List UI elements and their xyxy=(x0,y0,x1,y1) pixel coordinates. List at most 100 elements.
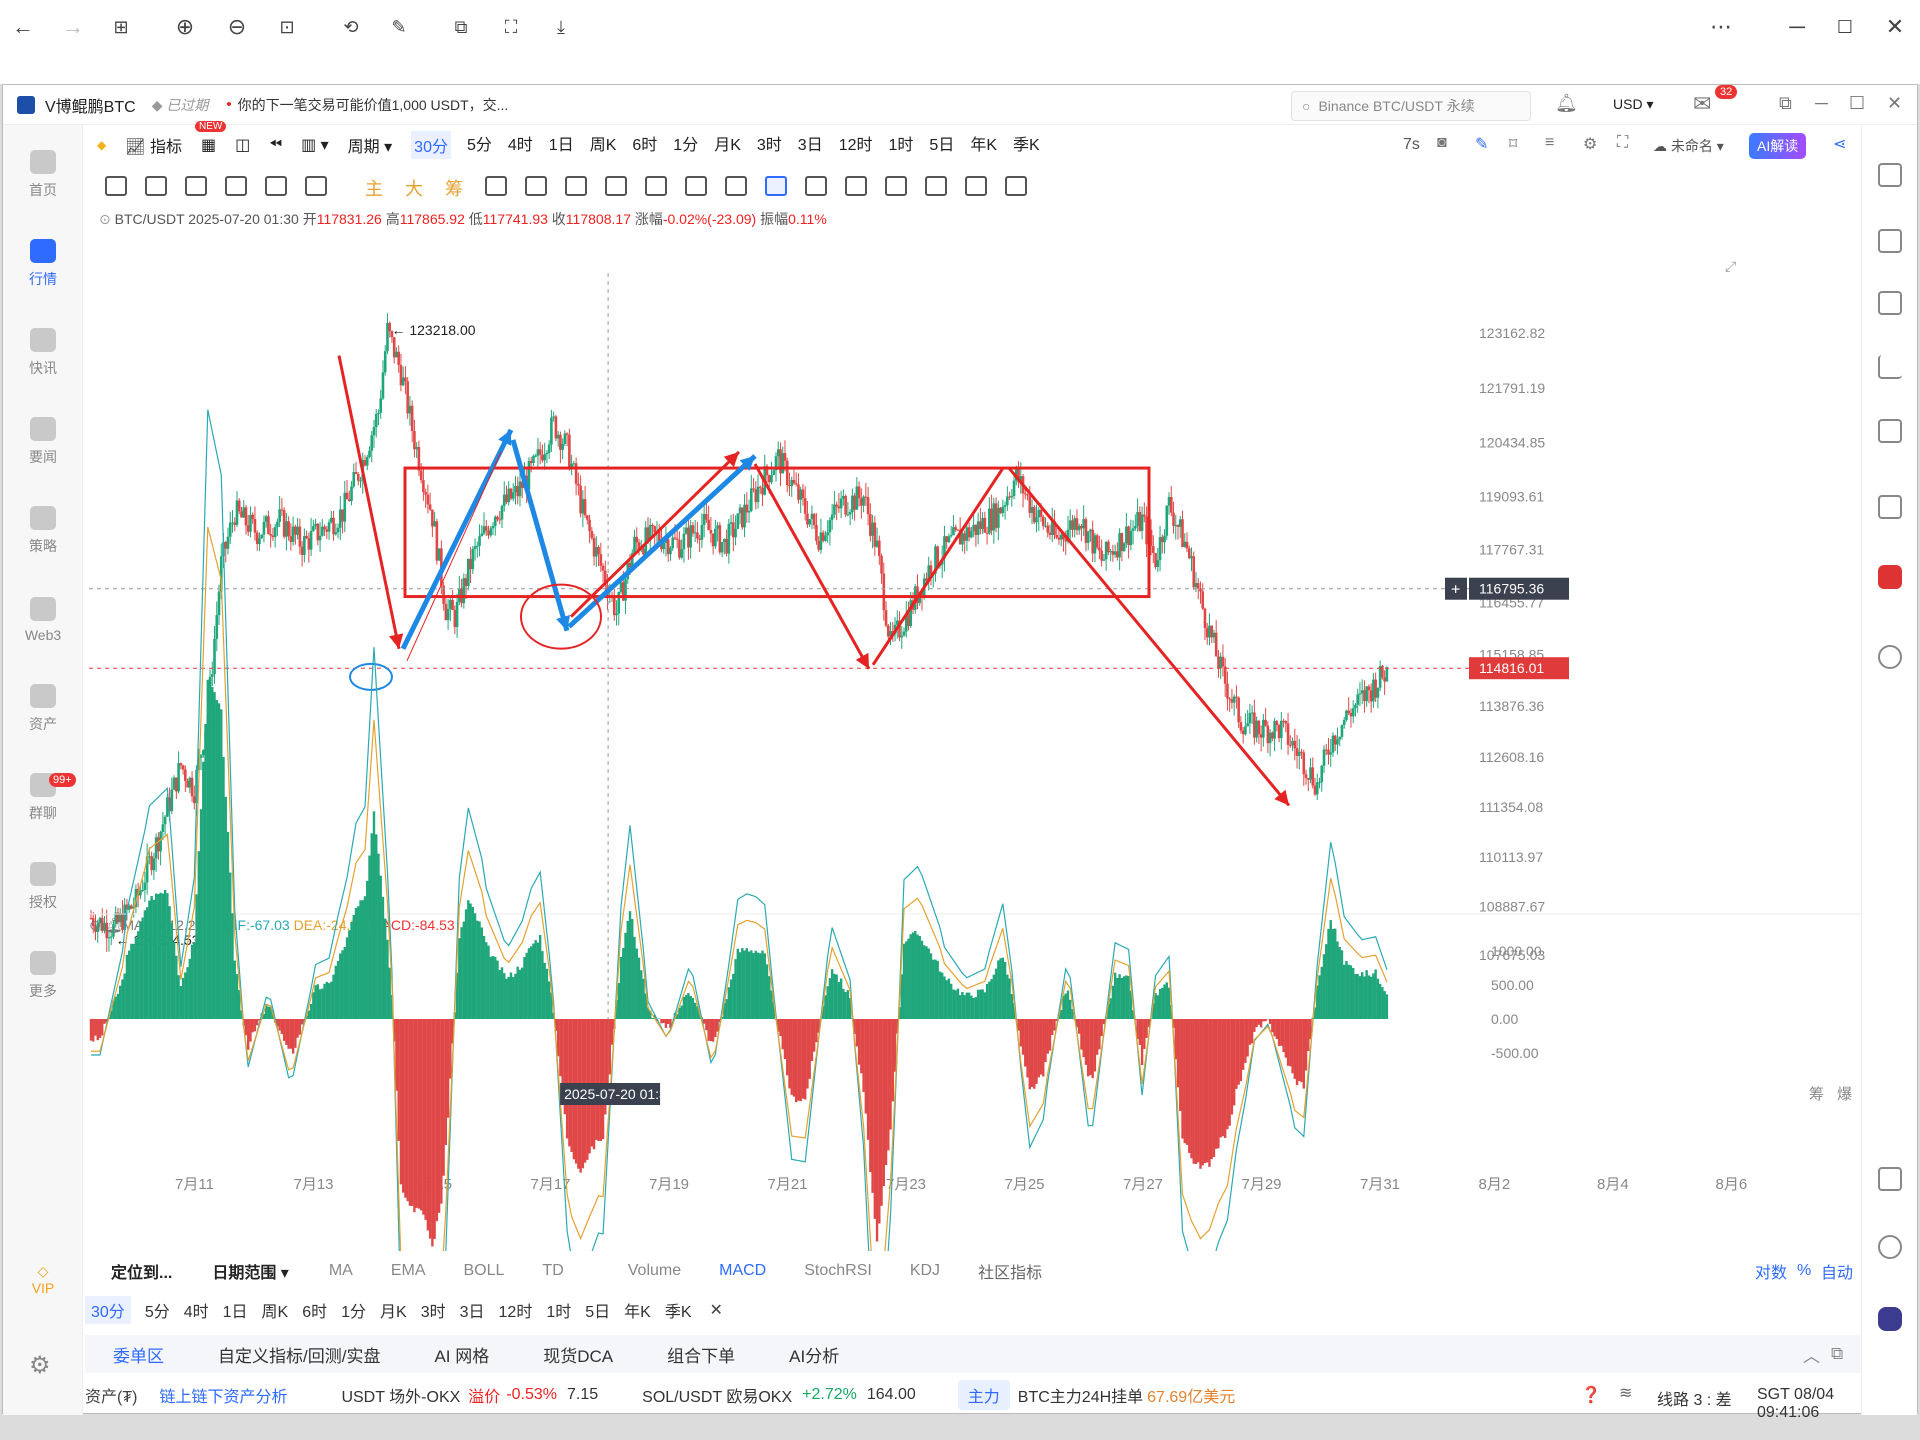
tf-row-1[interactable]: 5分 xyxy=(145,1298,170,1322)
nav-item-5[interactable]: Web3 xyxy=(3,580,83,660)
magnet-icon[interactable] xyxy=(845,176,867,196)
indicator-tab-4[interactable]: Volume xyxy=(628,1262,681,1280)
dollar-icon[interactable] xyxy=(1878,291,1902,315)
zoom-out-icon[interactable]: ⊖ xyxy=(222,12,252,42)
tf-row-8[interactable]: 3时 xyxy=(421,1298,446,1322)
draw-char-0[interactable]: 主 xyxy=(365,175,383,201)
undo-icon[interactable] xyxy=(965,176,987,196)
app-maximize-icon[interactable]: ☐ xyxy=(1849,93,1865,114)
maximize-icon[interactable]: ☐ xyxy=(1830,12,1860,42)
rectangle-tool-icon[interactable] xyxy=(145,176,167,196)
calendar-icon[interactable]: ▦ xyxy=(201,135,216,155)
camera-icon[interactable]: ◙ xyxy=(1437,134,1447,152)
tf-row-13[interactable]: 年K xyxy=(624,1298,651,1322)
asset-analysis-link[interactable]: 链上链下资产分析 xyxy=(159,1383,287,1407)
nav-item-4[interactable]: 策略 xyxy=(3,491,83,571)
timeframe-2[interactable]: 4时 xyxy=(508,131,533,159)
draw-char-2[interactable]: 筹 xyxy=(445,175,463,201)
compare-icon[interactable] xyxy=(725,176,747,196)
app-close-icon[interactable]: ✕ xyxy=(1887,93,1902,114)
bell-icon[interactable]: 🔔︎ xyxy=(1555,93,1578,114)
indicator-tab-7[interactable]: KDJ xyxy=(910,1262,940,1280)
tf-row-14[interactable]: 季K xyxy=(665,1298,692,1322)
sol-pair[interactable]: SOL/USDT 欧易OKX xyxy=(642,1383,792,1407)
tf-row-12[interactable]: 5日 xyxy=(585,1298,610,1322)
layout-split-icon[interactable]: ◫ xyxy=(235,135,250,155)
rotate-icon[interactable]: ⟲ xyxy=(336,12,366,42)
price-chart[interactable]: 123162.82 121791.19 120434.85 119093.61 1177… xyxy=(89,233,1861,1251)
nav-item-8[interactable]: 授权 xyxy=(3,847,83,927)
indicator-tab-1[interactable]: EMA xyxy=(391,1262,426,1280)
pen-icon[interactable]: ✎ xyxy=(1475,134,1488,154)
log-scale-button[interactable]: 对数 xyxy=(1755,1259,1787,1283)
zoom-in-icon[interactable]: ⊕ xyxy=(170,12,200,42)
tf-row-6[interactable]: 1分 xyxy=(341,1298,366,1322)
indicator-tab-0[interactable]: MA xyxy=(329,1262,353,1280)
tf-row-5[interactable]: 6时 xyxy=(302,1298,327,1322)
search-box[interactable]: ○ Binance BTC/USDT 永续 xyxy=(1291,91,1531,121)
help-icon[interactable]: ❓ xyxy=(1581,1385,1601,1405)
nav-item-6[interactable]: 资产 xyxy=(3,669,83,749)
crop-icon[interactable]: ⛶ xyxy=(496,12,526,42)
nav-item-7[interactable]: 群聊 xyxy=(3,758,83,838)
download-icon[interactable]: ⤓ xyxy=(546,12,576,42)
ruler-icon[interactable] xyxy=(525,176,547,196)
close-icon[interactable]: ✕ xyxy=(1880,12,1910,42)
auto-scale-button[interactable]: 自动 xyxy=(1821,1259,1853,1283)
grid-icon[interactable]: ⊞ xyxy=(106,12,136,42)
headset-icon[interactable] xyxy=(1878,1235,1902,1259)
share-icon[interactable]: ⋖ xyxy=(1833,134,1846,154)
fit-page-icon[interactable]: ⊡ xyxy=(272,12,302,42)
filter-icon[interactable] xyxy=(885,176,907,196)
pencil-icon[interactable] xyxy=(685,176,707,196)
tf-row-0[interactable]: 30分 xyxy=(85,1296,131,1324)
more-icon[interactable]: ⋯ xyxy=(1706,12,1736,42)
lines-icon[interactable]: ≡ xyxy=(1545,134,1554,152)
trendline-tool-icon[interactable] xyxy=(105,176,127,196)
currency-select[interactable]: USD ▾ xyxy=(1613,96,1653,113)
panel-tab-4[interactable]: 组合下单 xyxy=(667,1342,735,1367)
mail-icon[interactable]: ✉ xyxy=(1693,91,1711,117)
indicator-button[interactable]: 📈︎ 指标 xyxy=(125,133,182,157)
layout-icon[interactable]: ⧉ xyxy=(1779,93,1792,114)
panel-tab-3[interactable]: 现货DCA xyxy=(543,1342,613,1367)
star-icon[interactable]: ◆ xyxy=(97,138,106,152)
timeframe-13[interactable]: 年K xyxy=(970,131,997,159)
indicator-tab-3[interactable]: TD xyxy=(542,1262,563,1280)
timeframe-0[interactable]: 30分 xyxy=(411,131,451,159)
nav-item-9[interactable]: 更多 xyxy=(3,936,83,1016)
app-minimize-icon[interactable]: ─ xyxy=(1815,93,1828,114)
timeframe-1[interactable]: 5分 xyxy=(467,131,492,159)
tf-row-3[interactable]: 1日 xyxy=(223,1298,248,1322)
community-indicator-button[interactable]: 社区指标 xyxy=(978,1259,1042,1283)
nav-item-0[interactable]: 首页 xyxy=(3,135,83,215)
measure-icon[interactable] xyxy=(485,176,507,196)
tf-row-7[interactable]: 月K xyxy=(380,1298,407,1322)
tf-row-11[interactable]: 1时 xyxy=(546,1298,571,1322)
timeframe-7[interactable]: 月K xyxy=(714,131,741,159)
timeframe-10[interactable]: 12时 xyxy=(839,131,873,159)
timeframe-6[interactable]: 1分 xyxy=(673,131,698,159)
candle-type-icon[interactable]: ▥ ▾ xyxy=(301,135,329,155)
copy-draw-icon[interactable] xyxy=(605,176,627,196)
notice-text[interactable]: 你的下一笔交易可能价值1,000 USDT，交... xyxy=(238,95,509,115)
replay-icon[interactable]: ⏪︎ xyxy=(269,136,282,154)
chip-label-0[interactable]: 筹 xyxy=(1809,1086,1824,1103)
document-icon[interactable] xyxy=(1878,229,1902,253)
trend-icon[interactable] xyxy=(1878,355,1902,379)
timeframe-4[interactable]: 周K xyxy=(590,131,617,159)
note-icon[interactable] xyxy=(805,176,827,196)
percent-scale-button[interactable]: % xyxy=(1797,1262,1811,1280)
nav-item-3[interactable]: 要闻 xyxy=(3,402,83,482)
copy-icon[interactable]: ⧉ xyxy=(446,12,476,42)
tf-row-4[interactable]: 周K xyxy=(262,1298,289,1322)
lock-icon[interactable] xyxy=(765,176,787,196)
timeframe-8[interactable]: 3时 xyxy=(757,131,782,159)
settings-icon[interactable]: ⚙︎ xyxy=(1583,134,1597,154)
exchange-icon[interactable] xyxy=(1878,645,1902,669)
nav-item-2[interactable]: 快讯 xyxy=(3,313,83,393)
indicator-tab-6[interactable]: StochRSI xyxy=(804,1262,872,1280)
indicator-tab-2[interactable]: BOLL xyxy=(464,1262,505,1280)
robot-icon[interactable] xyxy=(1878,565,1902,589)
popout-panel-icon[interactable]: ⧉ xyxy=(1831,1344,1843,1364)
